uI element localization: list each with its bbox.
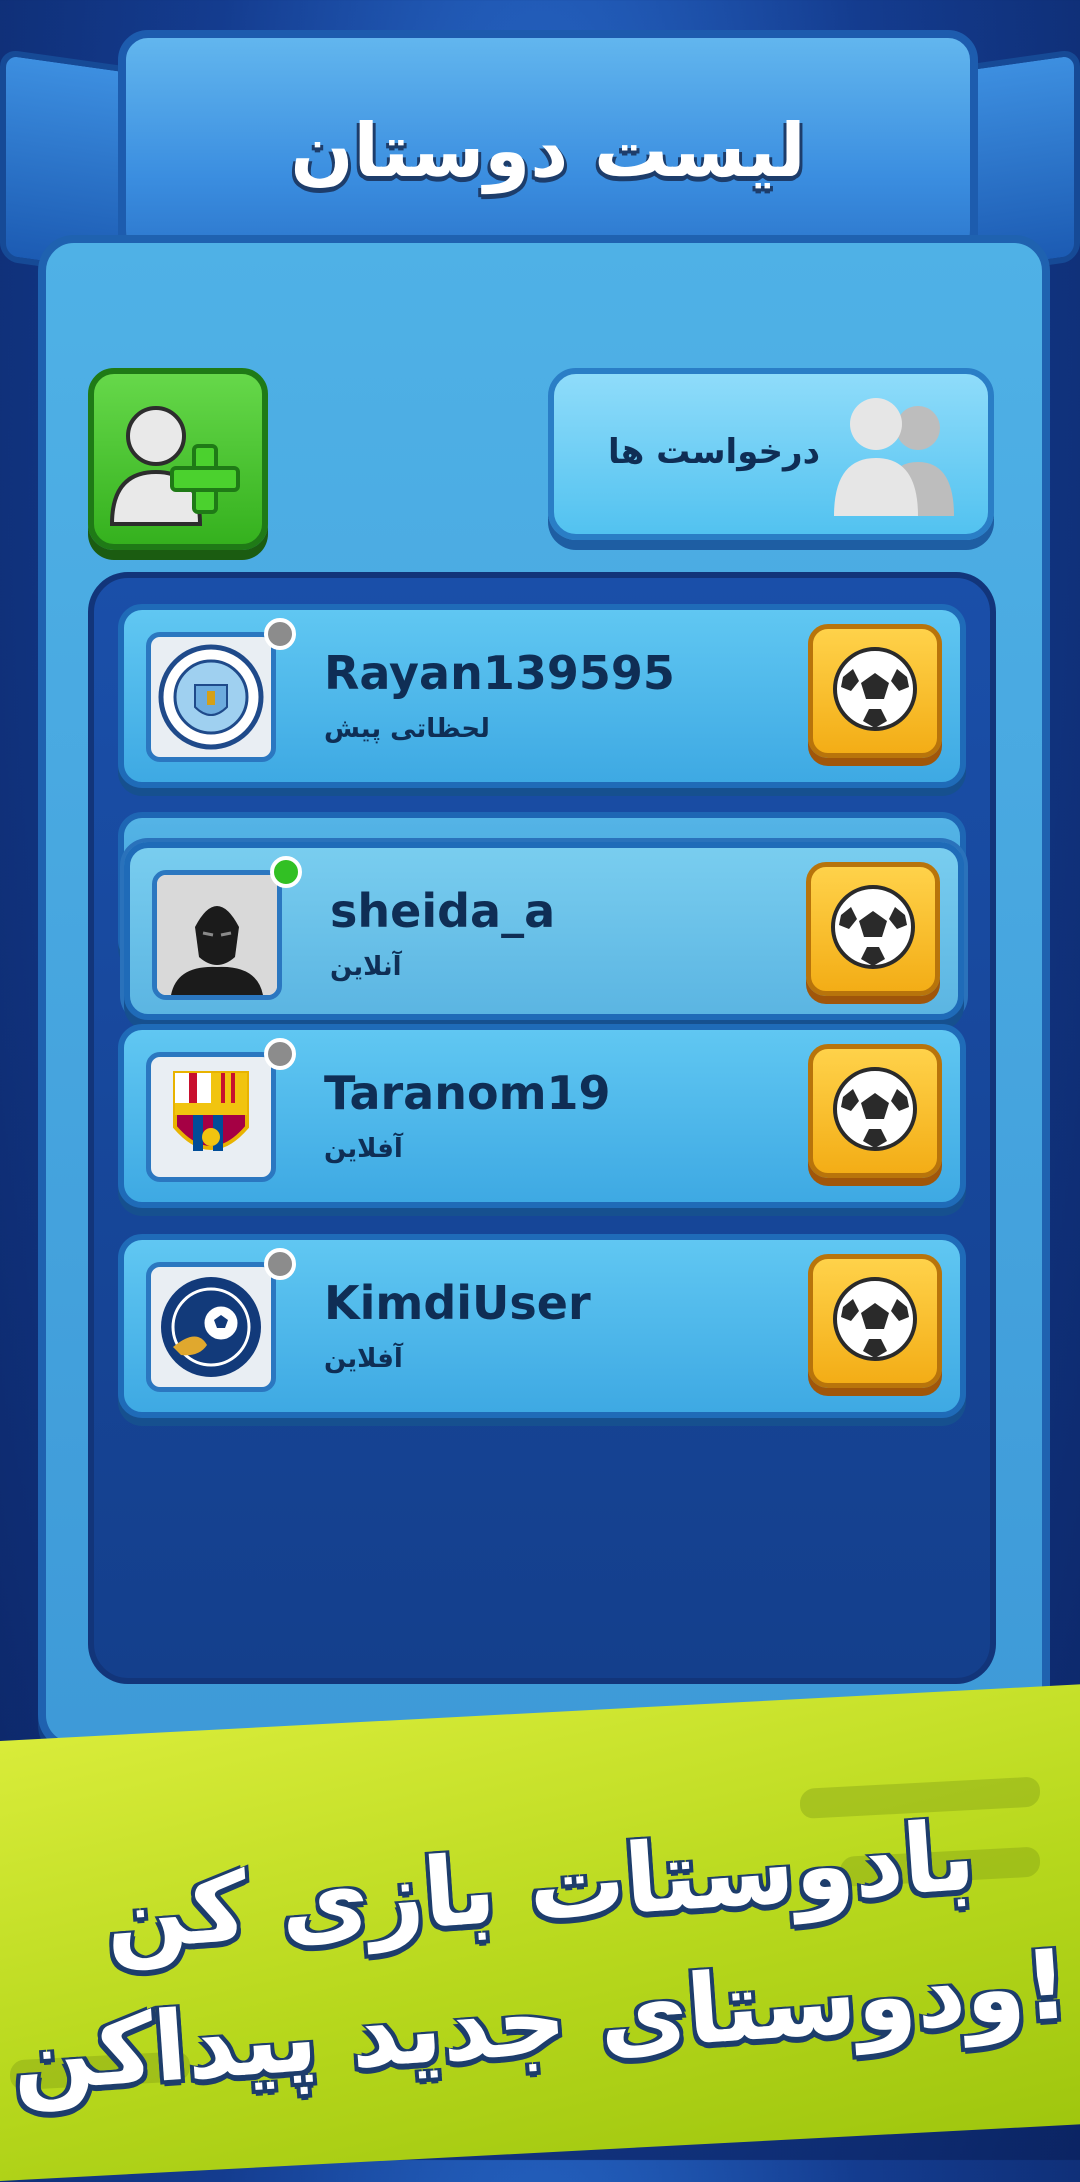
friend-username: Rayan139595: [324, 646, 675, 700]
friend-status: آنلاین: [330, 952, 402, 982]
avatar: [146, 1052, 276, 1182]
friend-username: sheida_a: [330, 884, 556, 938]
page-title: لیست دوستان: [290, 108, 806, 194]
friend-row[interactable]: Rayan139595 لحظاتی پیش: [118, 604, 966, 788]
manchester-city-crest-icon: [158, 644, 264, 750]
friend-requests-label: درخواست ها: [607, 432, 821, 472]
status-dot-offline: [264, 1248, 296, 1280]
friend-row[interactable]: KimdiUser آفلاین: [118, 1234, 966, 1418]
status-dot-offline: [264, 1038, 296, 1070]
friend-username: KimdiUser: [324, 1276, 591, 1330]
add-user-icon: [109, 406, 240, 526]
avatar: [146, 1262, 276, 1392]
friend-row-selected[interactable]: sheida_a آنلاین: [124, 842, 964, 1020]
soccer-ball-icon: [833, 647, 917, 731]
soccer-ball-icon: [831, 885, 915, 969]
invite-match-button[interactable]: [808, 1254, 942, 1388]
users-icon: [834, 398, 954, 516]
invite-match-button[interactable]: [806, 862, 940, 996]
avatar: [146, 632, 276, 762]
barcelona-crest-icon: [173, 1071, 249, 1151]
add-friend-button[interactable]: [88, 368, 268, 550]
invite-match-button[interactable]: [808, 624, 942, 758]
black-panther-avatar-icon: [157, 875, 277, 995]
invite-match-button[interactable]: [808, 1044, 942, 1178]
friend-status: لحظاتی پیش: [324, 714, 490, 744]
soccer-ball-icon: [833, 1277, 917, 1361]
friend-requests-button[interactable]: درخواست ها: [548, 368, 994, 540]
friend-status: آفلاین: [324, 1134, 403, 1164]
avatar: [152, 870, 282, 1000]
friend-status: آفلاین: [324, 1344, 403, 1374]
friend-username: Taranom19: [324, 1066, 611, 1120]
status-dot-offline: [264, 618, 296, 650]
status-dot-online: [270, 856, 302, 888]
friend-row[interactable]: Taranom19 آفلاین: [118, 1024, 966, 1208]
soccer-ball-icon: [833, 1067, 917, 1151]
football-league-crest-icon: [161, 1277, 261, 1377]
